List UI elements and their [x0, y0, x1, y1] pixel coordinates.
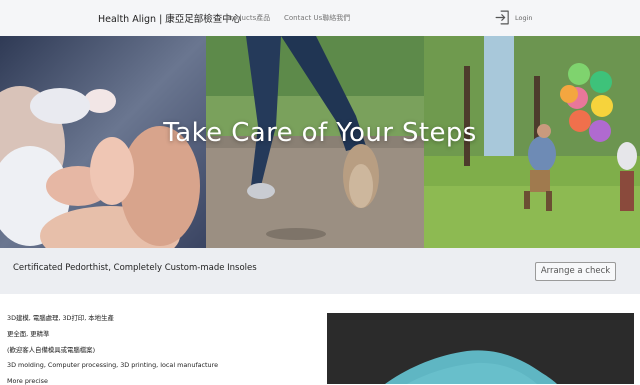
login-link[interactable]: Login [494, 9, 533, 26]
feature-line-1: 3D建模, 電腦處理, 3D打印, 本地生產 [7, 314, 114, 322]
hero-title: Take Care of Your Steps [163, 118, 477, 148]
insole-media-image [327, 313, 634, 384]
login-icon [495, 10, 509, 25]
insole-shape [385, 350, 557, 384]
feature-line-3: (歡迎客人自備模具或電腦檔案) [7, 346, 96, 354]
nav-link-products[interactable]: Products產品 [226, 13, 270, 23]
hero-banner: Take Care of Your Steps [0, 36, 640, 248]
feature-line-4: 3D molding, Computer processing, 3D prin… [7, 361, 219, 369]
arrange-check-button[interactable]: Arrange a check [535, 262, 616, 281]
feature-line-2: 更全面, 更精準 [7, 330, 50, 338]
login-label: Login [515, 13, 533, 22]
service-tagline: Certificated Pedorthist, Completely Cust… [13, 263, 257, 273]
nav-link-contact[interactable]: Contact Us聯絡我們 [284, 13, 350, 23]
top-nav-bar: Health Align | 康亞足部檢查中心 Products產品 Conta… [0, 0, 640, 36]
brand-logo-text[interactable]: Health Align | 康亞足部檢查中心 [98, 11, 241, 25]
